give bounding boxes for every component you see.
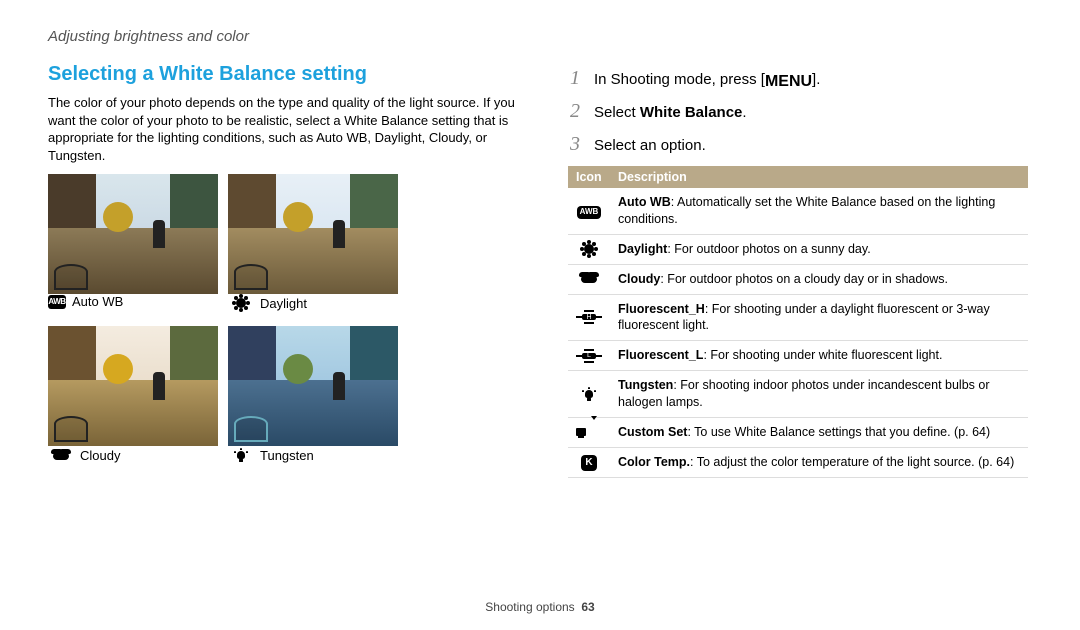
step-number: 2 bbox=[568, 100, 582, 123]
step-1-text-b: ]. bbox=[812, 71, 820, 88]
table-icon-cell bbox=[568, 294, 610, 341]
step-number: 1 bbox=[568, 67, 582, 90]
color-temp-icon: K bbox=[581, 455, 597, 471]
table-row: Custom Set: To use White Balance setting… bbox=[568, 417, 1028, 447]
cloud-icon bbox=[576, 270, 602, 288]
step-2: 2 Select White Balance. bbox=[568, 100, 1032, 123]
step-3-text: Select an option. bbox=[594, 137, 706, 154]
table-icon-cell bbox=[568, 234, 610, 264]
table-row: Cloudy: For outdoor photos on a cloudy d… bbox=[568, 264, 1028, 294]
table-desc-cell: Tungsten: For shooting indoor photos und… bbox=[610, 371, 1028, 418]
table-icon-cell: K bbox=[568, 447, 610, 477]
sample-label-cloudy: Cloudy bbox=[80, 448, 120, 463]
bulb-icon bbox=[228, 446, 254, 464]
sample-label-daylight: Daylight bbox=[260, 296, 307, 311]
page-title: Selecting a White Balance setting bbox=[48, 63, 528, 86]
table-header-description: Description bbox=[610, 166, 1028, 188]
sample-image-cloudy bbox=[48, 326, 218, 446]
table-desc-cell: Custom Set: To use White Balance setting… bbox=[610, 417, 1028, 447]
table-icon-cell bbox=[568, 417, 610, 447]
table-row: Tungsten: For shooting indoor photos und… bbox=[568, 371, 1028, 418]
table-row: Daylight: For outdoor photos on a sunny … bbox=[568, 234, 1028, 264]
step-number: 3 bbox=[568, 133, 582, 156]
table-row: AWB Auto WB: Automatically set the White … bbox=[568, 188, 1028, 234]
sample-label-tungsten: Tungsten bbox=[260, 448, 314, 463]
step-1: 1 In Shooting mode, press [MENU]. bbox=[568, 67, 1032, 90]
sample-image-daylight bbox=[228, 174, 398, 294]
sun-icon bbox=[576, 240, 602, 258]
table-desc-cell: Fluorescent_L: For shooting under white … bbox=[610, 341, 1028, 371]
table-desc-cell: Daylight: For outdoor photos on a sunny … bbox=[610, 234, 1028, 264]
awb-icon: AWB bbox=[577, 206, 602, 219]
sample-label-autowb: Auto WB bbox=[72, 294, 123, 309]
table-desc-cell: Auto WB: Automatically set the White Bal… bbox=[610, 188, 1028, 234]
awb-icon: AWB bbox=[48, 295, 66, 309]
footer-section: Shooting options bbox=[485, 600, 574, 614]
table-icon-cell: AWB bbox=[568, 188, 610, 234]
table-row: Fluorescent_H: For shooting under a dayl… bbox=[568, 294, 1028, 341]
table-desc-cell: Color Temp.: To adjust the color tempera… bbox=[610, 447, 1028, 477]
fluorescent-h-icon bbox=[576, 308, 602, 326]
table-row: Fluorescent_L: For shooting under white … bbox=[568, 341, 1028, 371]
sample-image-tungsten bbox=[228, 326, 398, 446]
menu-button-label: MENU bbox=[765, 73, 812, 91]
custom-set-icon bbox=[576, 423, 602, 441]
footer-page-number: 63 bbox=[581, 600, 594, 614]
sun-icon bbox=[228, 294, 254, 312]
step-2-text-a: Select bbox=[594, 104, 640, 121]
step-3: 3 Select an option. bbox=[568, 133, 1032, 156]
sample-grid: AWB Auto WB Daylight bbox=[48, 174, 528, 472]
table-icon-cell bbox=[568, 264, 610, 294]
intro-text: The color of your photo depends on the t… bbox=[48, 94, 528, 164]
step-2-text-c: . bbox=[742, 104, 746, 121]
table-icon-cell bbox=[568, 371, 610, 418]
breadcrumb: Adjusting brightness and color bbox=[0, 0, 1080, 45]
table-desc-cell: Fluorescent_H: For shooting under a dayl… bbox=[610, 294, 1028, 341]
bulb-icon bbox=[576, 385, 602, 403]
cloud-icon bbox=[48, 446, 74, 464]
table-icon-cell bbox=[568, 341, 610, 371]
fluorescent-l-icon bbox=[576, 347, 602, 365]
table-desc-cell: Cloudy: For outdoor photos on a cloudy d… bbox=[610, 264, 1028, 294]
page-footer: Shooting options 63 bbox=[0, 600, 1080, 614]
table-row: K Color Temp.: To adjust the color temper… bbox=[568, 447, 1028, 477]
step-1-text-a: In Shooting mode, press [ bbox=[594, 71, 765, 88]
step-2-bold: White Balance bbox=[640, 104, 743, 121]
white-balance-table: Icon Description AWB Auto WB: Automatical… bbox=[568, 166, 1028, 478]
sample-image-autowb bbox=[48, 174, 218, 294]
table-header-icon: Icon bbox=[568, 166, 610, 188]
